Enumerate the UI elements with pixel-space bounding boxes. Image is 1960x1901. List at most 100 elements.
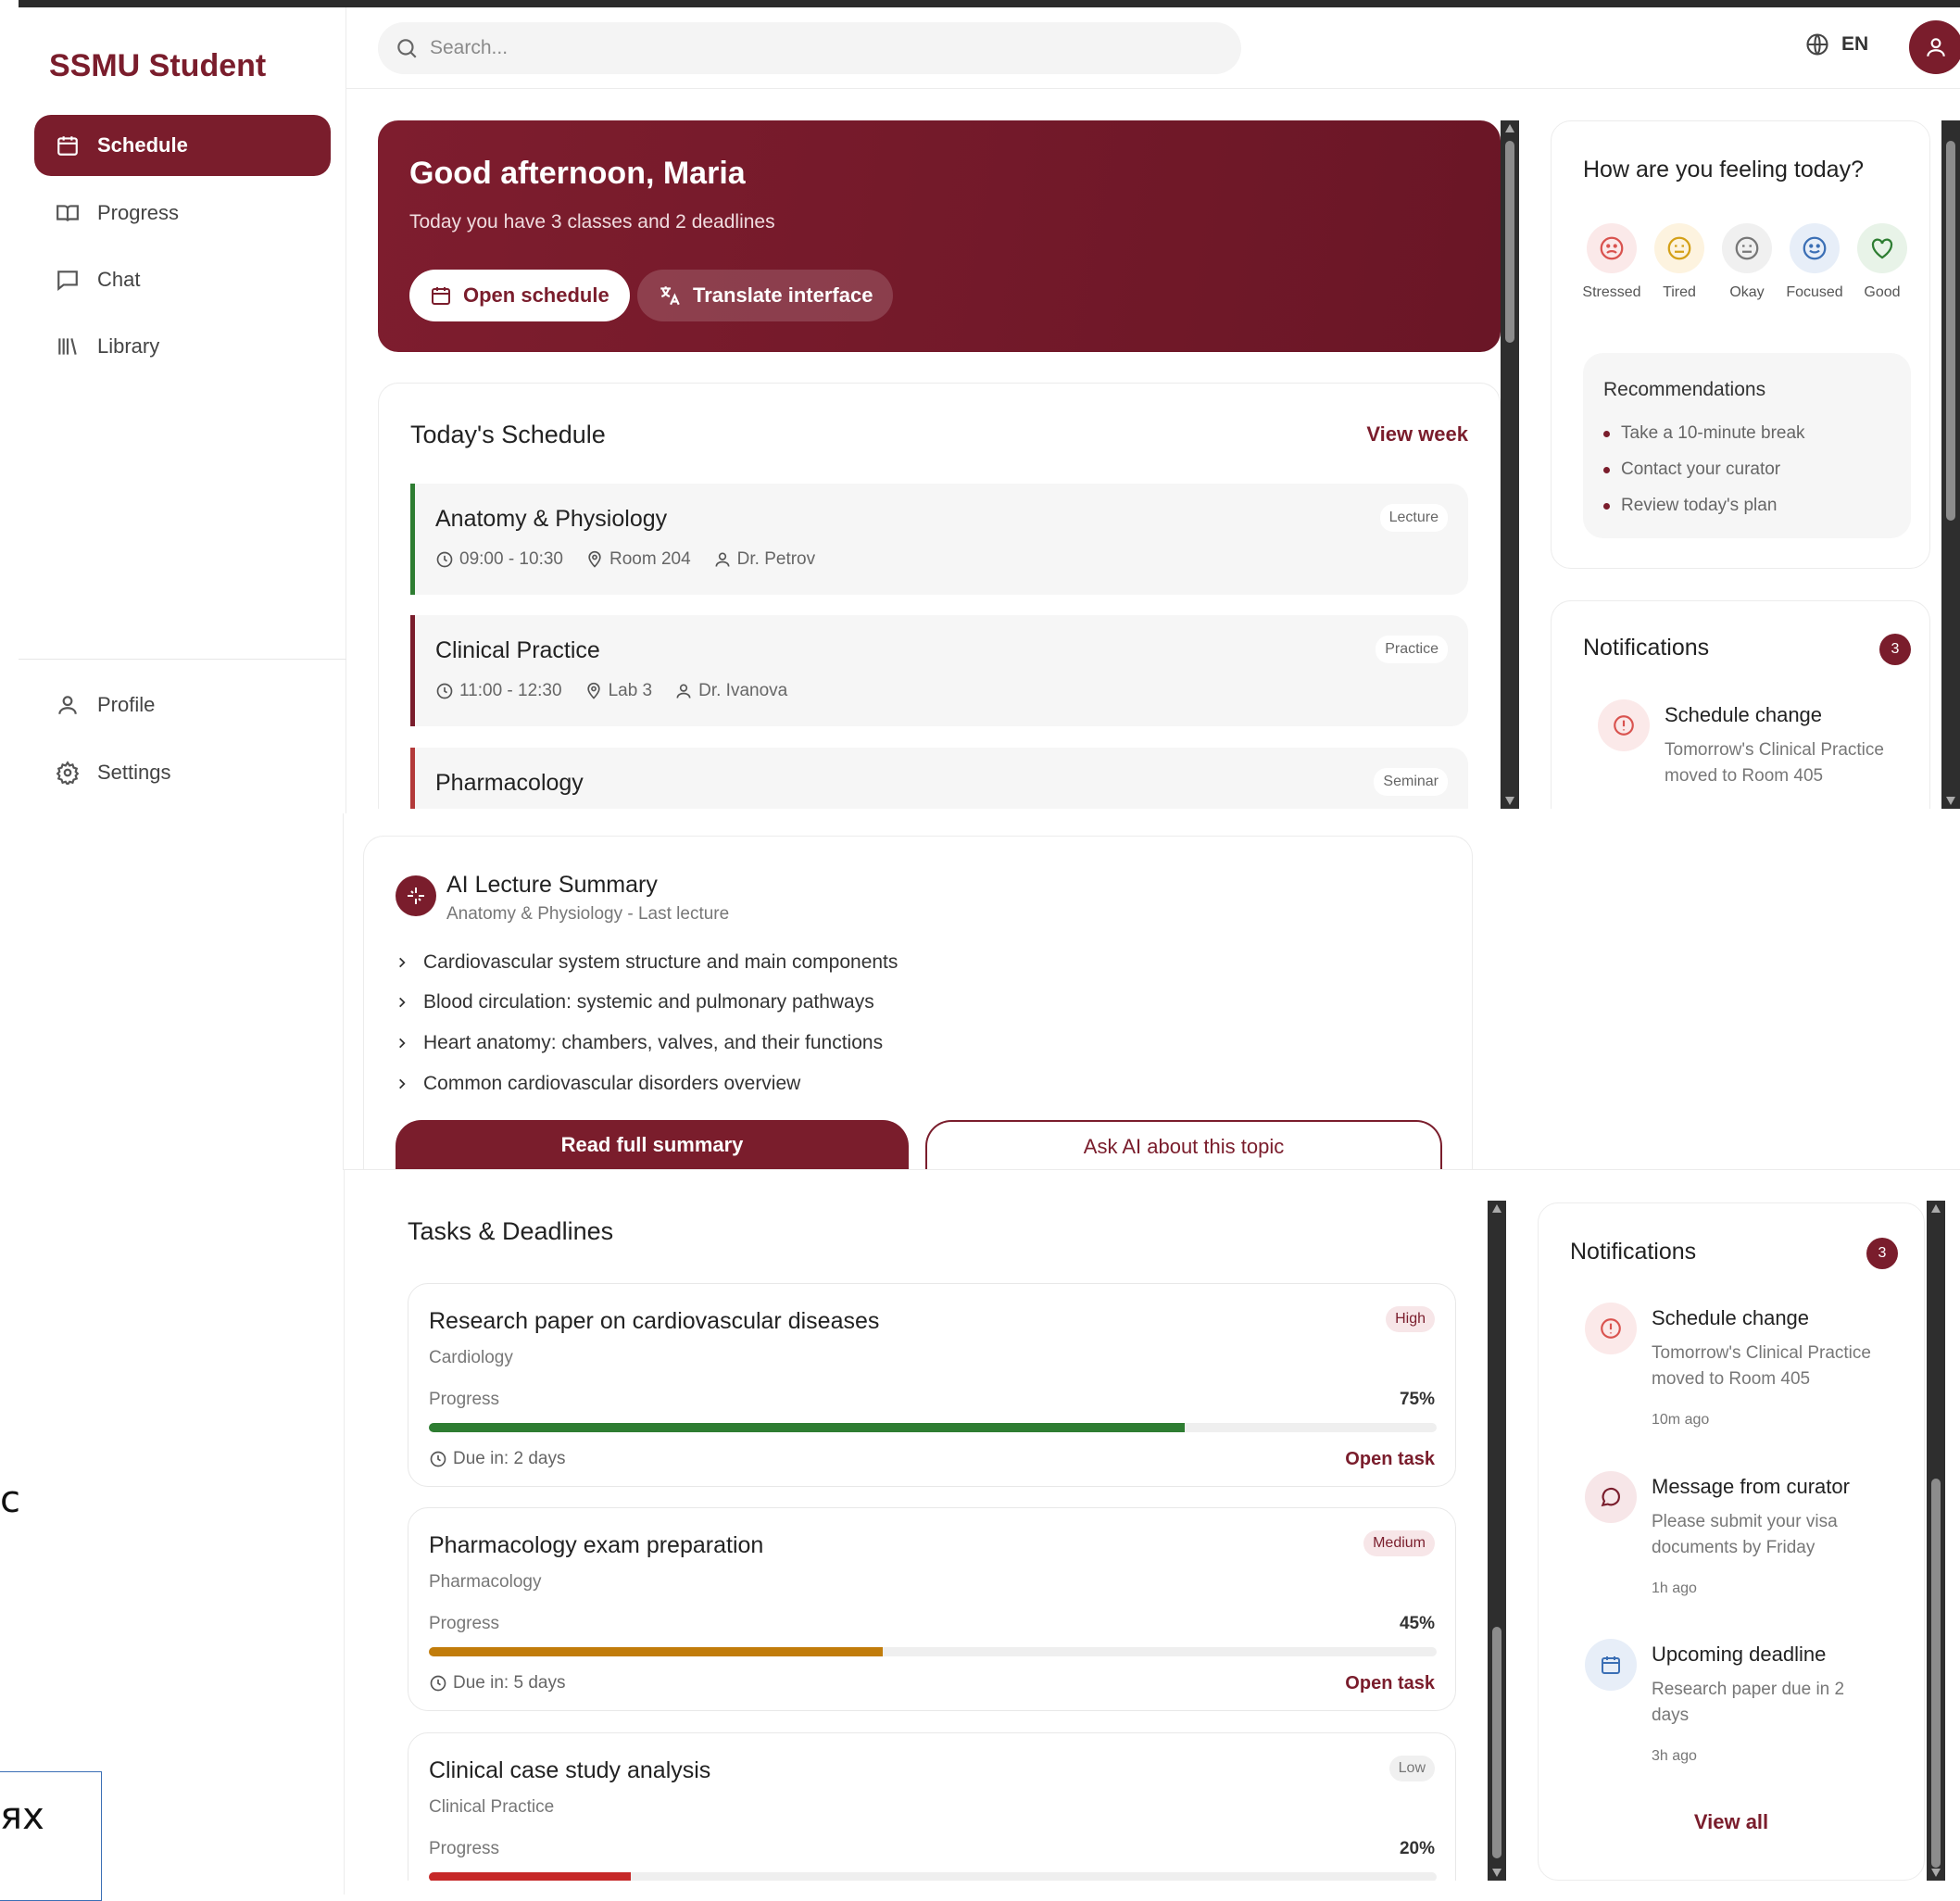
notification-title: Schedule change <box>1665 703 1823 726</box>
chevron-right-icon <box>396 996 408 1009</box>
button-label: Translate interface <box>693 283 873 307</box>
task-name: Pharmacology exam preparation <box>429 1532 764 1558</box>
language-switcher[interactable]: EN <box>1804 31 1868 57</box>
mood-option-stressed[interactable]: Stressed <box>1579 223 1644 301</box>
open-task-link[interactable]: Open task <box>1345 1673 1435 1694</box>
open-task-link[interactable]: Open task <box>1345 1449 1435 1470</box>
brand-title: SSMU Student <box>49 48 267 83</box>
recommendation-item: Review today's plan <box>1603 496 1777 516</box>
class-type-badge: Lecture <box>1379 504 1448 532</box>
book-icon <box>55 200 81 226</box>
user-icon <box>676 684 691 699</box>
mood-option-focused[interactable]: Focused <box>1782 223 1847 301</box>
summary-point: Common cardiovascular disorders overview <box>396 1073 800 1095</box>
user-icon <box>715 552 730 567</box>
smile-face-icon <box>1790 223 1840 273</box>
sidebar-item-schedule[interactable]: Schedule <box>34 115 331 176</box>
task-subject: Clinical Practice <box>429 1797 555 1817</box>
sidebar-item-library[interactable]: Library <box>34 316 331 377</box>
mood-label: Tired <box>1663 284 1696 300</box>
notification-desc: Tomorrow's Clinical Practice moved to Ro… <box>1652 1343 1871 1389</box>
avatar[interactable] <box>1909 20 1960 74</box>
notification-title: Schedule change <box>1652 1306 1810 1329</box>
right-scrollbar[interactable] <box>1941 120 1960 809</box>
ask-ai-button[interactable]: Ask AI about this topic <box>925 1120 1442 1169</box>
recommendation-item: Take a 10-minute break <box>1603 423 1805 444</box>
task-card[interactable]: Research paper on cardiovascular disease… <box>408 1283 1456 1487</box>
right-scrollbar[interactable] <box>1927 1201 1945 1881</box>
mood-title: How are you feeling today? <box>1583 157 1864 183</box>
mood-option-tired[interactable]: Tired <box>1647 223 1712 301</box>
view-week-link[interactable]: View week <box>1366 422 1468 447</box>
scroll-down-arrow[interactable] <box>1946 797 1955 805</box>
class-room: Lab 3 <box>608 681 653 700</box>
main-scrollbar[interactable] <box>1501 120 1519 809</box>
schedule-item[interactable]: Clinical Practice Practice 11:00 - 12:30… <box>410 615 1468 726</box>
window-top-edge <box>19 0 1960 7</box>
scrollbar-thumb[interactable] <box>1931 1479 1941 1868</box>
mood-label: Focused <box>1786 284 1843 300</box>
clock-icon <box>436 683 453 699</box>
clock-icon <box>436 551 453 568</box>
class-name: Pharmacology <box>435 770 584 796</box>
scroll-up-arrow[interactable] <box>1505 124 1514 132</box>
chevron-right-icon <box>396 1037 408 1050</box>
mood-checkin-card: How are you feeling today? Stressed Tire… <box>1551 120 1930 569</box>
message-icon <box>1585 1471 1637 1523</box>
scrollbar-thumb[interactable] <box>1492 1627 1501 1858</box>
user-icon <box>55 692 81 718</box>
progress-fill <box>429 1647 883 1656</box>
mood-label: Good <box>1864 284 1901 300</box>
mood-option-good[interactable]: Good <box>1850 223 1915 301</box>
search-bar[interactable] <box>378 22 1241 74</box>
alert-icon <box>1585 1303 1637 1354</box>
notification-time: 10m ago <box>1652 1412 1710 1428</box>
tasks-deadlines-section: Tasks & Deadlines Research paper on card… <box>378 1201 1471 1881</box>
progress-fill <box>429 1423 1185 1432</box>
panel-border <box>343 1169 1960 1170</box>
view-all-notifications-link[interactable]: View all <box>1539 1810 1924 1834</box>
notification-count-badge: 3 <box>1879 634 1911 665</box>
sidebar: SSMU Student Schedule Progress Chat Libr… <box>0 7 346 813</box>
sidebar-item-label: Chat <box>97 268 141 291</box>
sidebar-item-chat[interactable]: Chat <box>34 249 331 310</box>
schedule-item[interactable]: Anatomy & Physiology Lecture 09:00 - 10:… <box>410 484 1468 595</box>
scroll-up-arrow[interactable] <box>1931 1204 1941 1213</box>
mood-option-okay[interactable]: Okay <box>1715 223 1779 301</box>
scroll-up-arrow[interactable] <box>1492 1204 1501 1213</box>
recommendation-item: Contact your curator <box>1603 460 1780 480</box>
progress-bar <box>429 1647 1437 1656</box>
neutral-face-icon <box>1722 223 1772 273</box>
translate-interface-button[interactable]: Translate interface <box>637 270 894 321</box>
globe-icon <box>1804 31 1830 57</box>
scrollbar-thumb[interactable] <box>1946 141 1955 521</box>
task-card[interactable]: Clinical case study analysis Low Clinica… <box>408 1732 1456 1881</box>
sidebar-item-settings[interactable]: Settings <box>34 742 331 803</box>
task-card[interactable]: Pharmacology exam preparation Medium Pha… <box>408 1507 1456 1711</box>
summary-point: Cardiovascular system structure and main… <box>396 951 898 974</box>
scroll-down-arrow[interactable] <box>1931 1869 1941 1877</box>
scrollbar-thumb[interactable] <box>1505 141 1514 343</box>
section-title: Today's Schedule <box>410 421 606 448</box>
sidebar-item-progress[interactable]: Progress <box>34 183 331 244</box>
sidebar-item-profile[interactable]: Profile <box>34 674 331 736</box>
search-input[interactable] <box>430 37 1171 59</box>
class-name: Clinical Practice <box>435 637 600 663</box>
tasks-scrollbar[interactable] <box>1488 1201 1506 1881</box>
heart-icon <box>1857 223 1907 273</box>
scroll-down-arrow[interactable] <box>1505 797 1514 805</box>
scroll-down-arrow[interactable] <box>1492 1869 1501 1877</box>
welcome-banner: Good afternoon, Maria Today you have 3 c… <box>378 120 1501 352</box>
header-divider <box>346 88 1960 89</box>
open-schedule-button[interactable]: Open schedule <box>409 270 630 321</box>
schedule-item[interactable]: Pharmacology Seminar <box>410 748 1468 809</box>
neutral-face-icon <box>1654 223 1704 273</box>
sparkle-icon <box>396 875 436 916</box>
notification-desc: Tomorrow's Clinical Practice moved to Ro… <box>1665 740 1884 786</box>
library-icon <box>55 334 81 359</box>
progress-label: Progress <box>429 1390 500 1409</box>
clock-icon <box>430 1451 446 1467</box>
class-type-badge: Practice <box>1376 636 1448 663</box>
notification-desc: Research paper due in 2 days <box>1652 1680 1845 1725</box>
read-full-summary-button[interactable]: Read full summary <box>396 1120 909 1169</box>
